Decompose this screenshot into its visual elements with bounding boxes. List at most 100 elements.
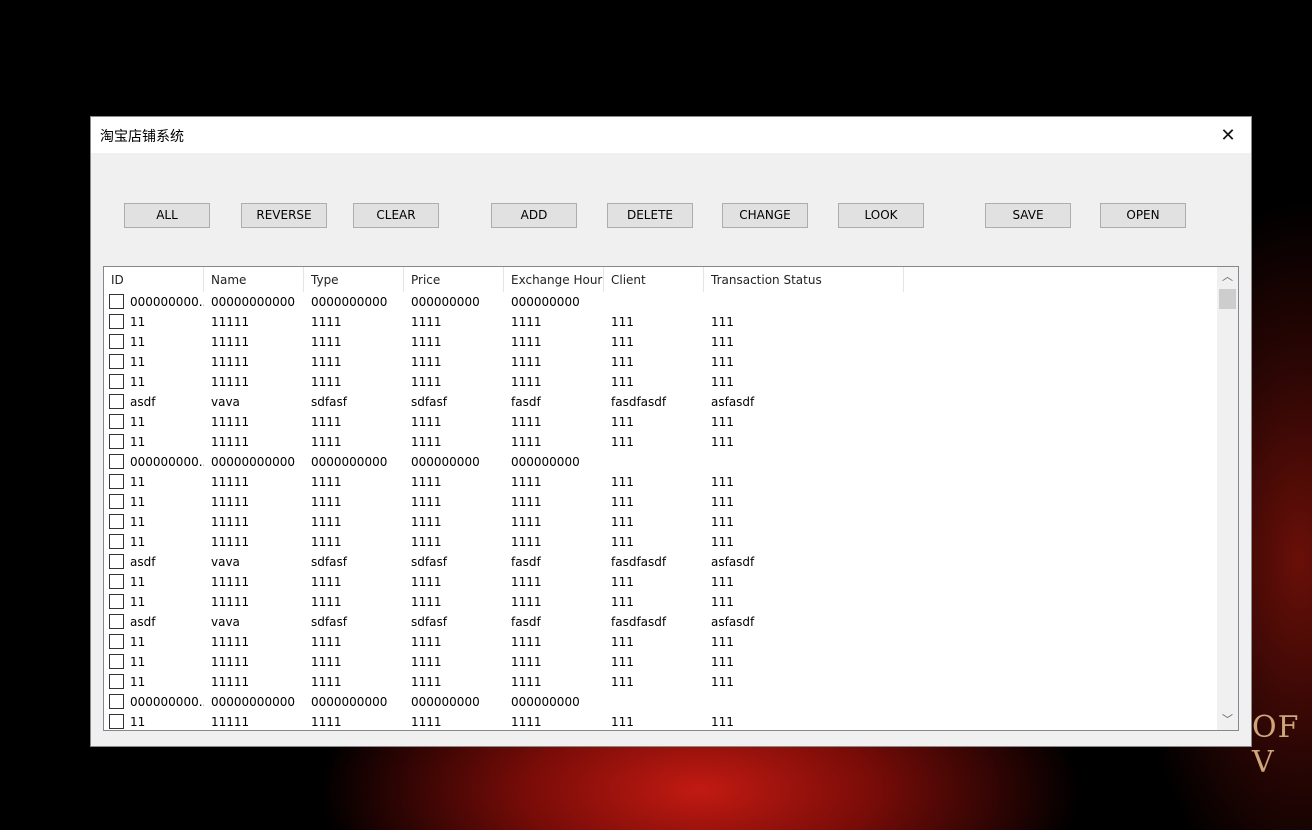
cell-client: 111 — [611, 715, 634, 729]
title-bar[interactable]: 淘宝店铺系统 ✕ — [91, 117, 1251, 153]
row-checkbox[interactable] — [109, 454, 124, 469]
scroll-up-button[interactable]: ︿ — [1217, 267, 1238, 287]
reverse-button[interactable]: REVERSE — [241, 203, 327, 228]
row-checkbox[interactable] — [109, 294, 124, 309]
list-item[interactable]: 11 11111 1111 1111 1111 111 111 — [104, 512, 1217, 532]
cell-exchange-hour: 1111 — [511, 435, 542, 449]
window-title: 淘宝店铺系统 — [100, 129, 184, 145]
scroll-down-button[interactable]: ﹀ — [1217, 710, 1238, 730]
column-header[interactable]: Name — [204, 267, 304, 292]
list-item[interactable]: 11 11111 1111 1111 1111 111 111 — [104, 632, 1217, 652]
row-checkbox[interactable] — [109, 514, 124, 529]
clear-button[interactable]: CLEAR — [353, 203, 439, 228]
row-checkbox[interactable] — [109, 554, 124, 569]
row-checkbox[interactable] — [109, 614, 124, 629]
cell-transaction-status: 111 — [711, 655, 734, 669]
cell-exchange-hour: 1111 — [511, 675, 542, 689]
list-item[interactable]: 11 11111 1111 1111 1111 111 111 — [104, 312, 1217, 332]
cell-name: 11111 — [211, 335, 250, 349]
list-item[interactable]: asdf vava sdfasf sdfasf fasdf fasdfasdf asfasd… — [104, 392, 1217, 412]
close-icon: ✕ — [1220, 124, 1236, 146]
look-button[interactable]: LOOK — [838, 203, 924, 228]
cell-name: 11111 — [211, 375, 250, 389]
row-checkbox[interactable] — [109, 674, 124, 689]
row-checkbox[interactable] — [109, 394, 124, 409]
cell-id: 11 — [130, 375, 146, 389]
row-checkbox[interactable] — [109, 494, 124, 509]
cell-client: 111 — [611, 495, 634, 509]
column-header[interactable]: Transaction Status — [704, 267, 904, 292]
cell-price: 1111 — [411, 415, 442, 429]
cell-transaction-status: 111 — [711, 575, 734, 589]
row-checkbox[interactable] — [109, 354, 124, 369]
row-checkbox[interactable] — [109, 434, 124, 449]
column-header[interactable]: Type — [304, 267, 404, 292]
column-header[interactable]: ID — [104, 267, 204, 292]
cell-name: 00000000000 — [211, 695, 295, 709]
list-item[interactable]: 11 11111 1111 1111 1111 111 111 — [104, 712, 1217, 730]
column-header[interactable]: Exchange Hour — [504, 267, 604, 292]
list-item[interactable]: 11 11111 1111 1111 1111 111 111 — [104, 652, 1217, 672]
row-checkbox[interactable] — [109, 574, 124, 589]
row-checkbox[interactable] — [109, 414, 124, 429]
list-item[interactable]: 11 11111 1111 1111 1111 111 111 — [104, 492, 1217, 512]
column-header[interactable]: Client — [604, 267, 704, 292]
cell-transaction-status: asfasdf — [711, 615, 755, 629]
list-item[interactable]: 11 11111 1111 1111 1111 111 111 — [104, 412, 1217, 432]
row-checkbox[interactable] — [109, 594, 124, 609]
cell-price: sdfasf — [411, 555, 447, 569]
list-item[interactable]: 11 11111 1111 1111 1111 111 111 — [104, 332, 1217, 352]
row-checkbox[interactable] — [109, 654, 124, 669]
cell-exchange-hour: 1111 — [511, 475, 542, 489]
list-item[interactable]: 11 11111 1111 1111 1111 111 111 — [104, 672, 1217, 692]
cell-price: 1111 — [411, 655, 442, 669]
list-item[interactable]: 11 11111 1111 1111 1111 111 111 — [104, 572, 1217, 592]
row-checkbox[interactable] — [109, 474, 124, 489]
row-checkbox[interactable] — [109, 374, 124, 389]
list-item[interactable]: 000000000... 00000000000 0000000000 0000000… — [104, 452, 1217, 472]
app-window: 淘宝店铺系统 ✕ ALL REVERSE CLEAR ADD DELETE CH… — [91, 117, 1251, 746]
close-button[interactable]: ✕ — [1205, 117, 1251, 153]
list-item[interactable]: 000000000... 00000000000 0000000000 0000000… — [104, 692, 1217, 712]
list-item[interactable]: 11 11111 1111 1111 1111 111 111 — [104, 372, 1217, 392]
scroll-thumb[interactable] — [1219, 289, 1236, 309]
list-item[interactable]: asdf vava sdfasf sdfasf fasdf fasdfasdf asfasd… — [104, 612, 1217, 632]
list-item[interactable]: 11 11111 1111 1111 1111 111 111 — [104, 432, 1217, 452]
row-checkbox[interactable] — [109, 314, 124, 329]
row-checkbox[interactable] — [109, 534, 124, 549]
cell-name: 11111 — [211, 415, 250, 429]
cell-name: 11111 — [211, 355, 250, 369]
cell-type: sdfasf — [311, 615, 347, 629]
cell-price: sdfasf — [411, 395, 447, 409]
add-button[interactable]: ADD — [491, 203, 577, 228]
cell-name: 11111 — [211, 315, 250, 329]
cell-transaction-status: 111 — [711, 635, 734, 649]
row-checkbox[interactable] — [109, 634, 124, 649]
save-button[interactable]: SAVE — [985, 203, 1071, 228]
open-button[interactable]: OPEN — [1100, 203, 1186, 228]
cell-client: 111 — [611, 355, 634, 369]
list-item[interactable]: asdf vava sdfasf sdfasf fasdf fasdfasdf asfasd… — [104, 552, 1217, 572]
list-item[interactable]: 11 11111 1111 1111 1111 111 111 — [104, 532, 1217, 552]
all-button[interactable]: ALL — [124, 203, 210, 228]
cell-transaction-status: 111 — [711, 495, 734, 509]
cell-client: 111 — [611, 475, 634, 489]
cell-client: fasdfasdf — [611, 395, 667, 409]
chevron-up-icon: ︿ — [1222, 270, 1233, 283]
list-item[interactable]: 000000000... 00000000000 0000000000 0000000… — [104, 292, 1217, 312]
change-button[interactable]: CHANGE — [722, 203, 808, 228]
vertical-scrollbar[interactable]: ︿ ﹀ — [1217, 267, 1238, 730]
delete-button[interactable]: DELETE — [607, 203, 693, 228]
row-checkbox[interactable] — [109, 714, 124, 729]
records-list[interactable]: ID Name Type Price Exchange Hour Client Transa… — [103, 266, 1239, 731]
cell-name: 11111 — [211, 655, 250, 669]
list-item[interactable]: 11 11111 1111 1111 1111 111 111 — [104, 592, 1217, 612]
cell-price: 1111 — [411, 635, 442, 649]
list-item[interactable]: 11 11111 1111 1111 1111 111 111 — [104, 352, 1217, 372]
row-checkbox[interactable] — [109, 694, 124, 709]
cell-id: 11 — [130, 335, 146, 349]
list-item[interactable]: 11 11111 1111 1111 1111 111 111 — [104, 472, 1217, 492]
row-checkbox[interactable] — [109, 334, 124, 349]
column-header[interactable]: Price — [404, 267, 504, 292]
cell-id: 11 — [130, 435, 146, 449]
